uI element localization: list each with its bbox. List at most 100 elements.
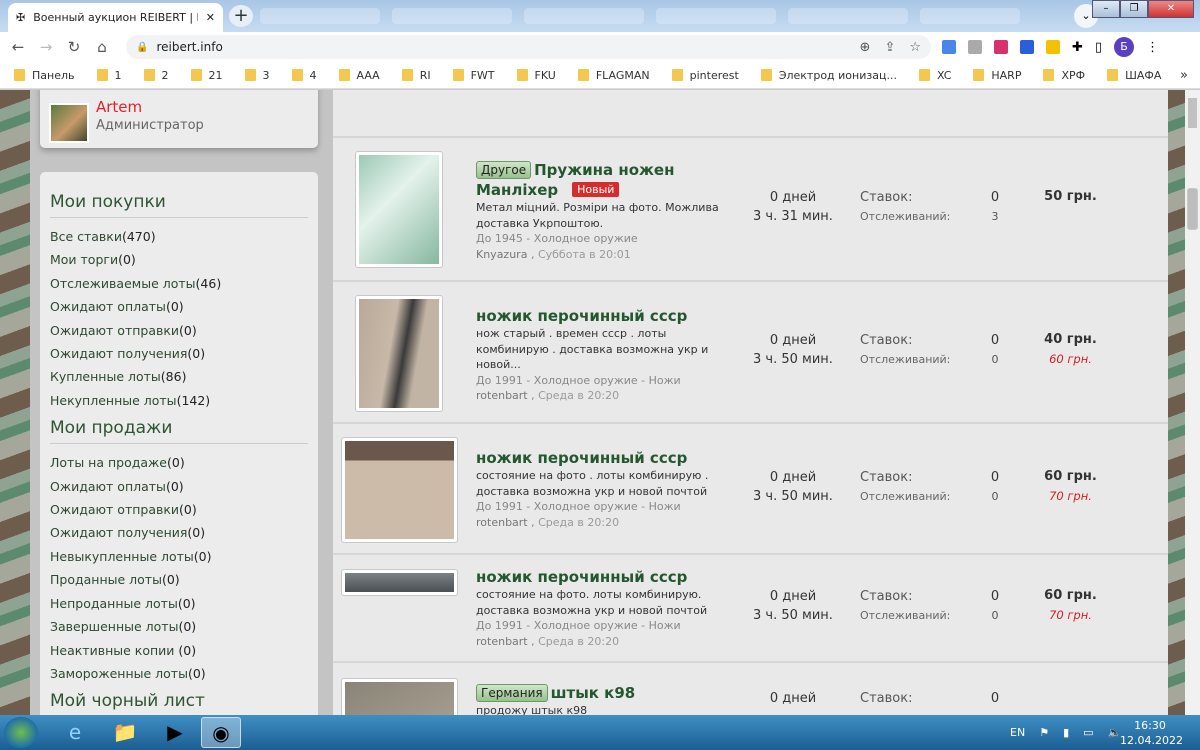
purchases-link[interactable]: Отслеживаемые лоты(46) [50,272,308,295]
sales-link[interactable]: Ожидают оплаты(0) [50,475,308,498]
lot-title[interactable]: Германия штык к98 [476,683,721,703]
purchases-link[interactable]: Ожидают отправки(0) [50,319,308,342]
action-center-flag-icon[interactable]: ⚑ [1039,726,1049,739]
bookmark-item[interactable]: FKU [516,69,556,82]
internet-explorer-icon[interactable]: e [55,717,95,748]
close-window-button[interactable]: ✕ [1148,0,1194,18]
bookmark-star-icon[interactable]: ☆ [909,40,921,55]
profile-avatar[interactable]: Б [1114,37,1135,57]
lot-title[interactable]: ножик перочинный ссср [476,306,721,326]
user-avatar[interactable] [49,103,89,143]
seller-name[interactable]: rotenbart [476,516,528,529]
purchases-link[interactable]: Купленные лоты(86) [50,365,308,388]
lot-section[interactable]: До 1991 - Холодное оружие - Ножи [476,499,721,515]
media-player-icon[interactable]: ▶ [155,717,195,748]
category-badge[interactable]: Другое [476,161,532,179]
url-input[interactable]: 🔒 reibert.info ⊕ ⇪ ☆ [126,35,931,59]
minimize-button[interactable]: – [1092,0,1120,18]
bookmark-item[interactable]: Панель [14,69,75,82]
bookmark-item[interactable]: AAA [338,69,380,82]
close-tab-icon[interactable]: ✕ [206,11,215,24]
lot-title[interactable]: ножик перочинный ссср [476,448,721,468]
sales-link[interactable]: Неактивные копии (0) [50,639,308,662]
scrollbar-thumb[interactable] [1187,188,1198,230]
seller-name[interactable]: Knyazura [476,248,527,261]
side-panel-icon[interactable]: ▯ [1095,40,1102,55]
translate-extension-icon[interactable] [942,40,956,54]
id-extension-icon[interactable] [1020,40,1034,54]
menu-kebab-icon[interactable]: ⋮ [1146,40,1159,55]
start-button[interactable] [4,717,38,748]
lot-section[interactable]: До 1991 - Холодное оружие - Ножи [476,373,721,389]
bookmark-item[interactable]: HARP [973,69,1021,82]
more-bookmarks-icon[interactable]: » [1180,68,1188,83]
maximize-button[interactable]: ❐ [1120,0,1148,18]
purchases-link[interactable]: Мои торги(0) [50,248,308,271]
lot-thumbnail[interactable] [341,569,458,596]
background-tab[interactable] [260,8,380,24]
background-tab[interactable] [788,8,908,24]
bookmark-item[interactable]: 4 [291,69,317,82]
chrome-icon[interactable]: ◉ [201,717,241,748]
new-tab-button[interactable]: + [229,5,253,27]
seller-name[interactable]: rotenbart [476,389,528,402]
active-tab[interactable]: ✠ Военный аукцион REIBERT | REI ✕ [8,3,223,32]
purchases-link[interactable]: Ожидают получения(0) [50,342,308,365]
sales-link[interactable]: Замороженные лоты(0) [50,662,308,685]
lot-title-text[interactable]: ножик перочинный ссср [476,307,687,325]
power-icon[interactable]: ▮ [1063,726,1069,739]
bookmark-item[interactable]: ХРФ [1043,69,1085,82]
system-clock[interactable]: 16:30 12.04.2022 [1120,718,1183,748]
lot-thumbnail[interactable] [341,678,458,715]
reload-icon[interactable]: ↻ [60,38,88,56]
sales-link[interactable]: Непроданные лоты(0) [50,592,308,615]
purchases-link[interactable]: Все ставки(470) [50,225,308,248]
bookmark-item[interactable]: pinterest [671,69,739,82]
extension-icon[interactable] [994,40,1008,54]
lot-thumbnail[interactable] [341,437,458,543]
bookmark-item[interactable]: 1 [96,69,122,82]
seller-name[interactable]: rotenbart [476,635,528,648]
bookmark-item[interactable]: ШАФА [1107,69,1161,82]
sales-link[interactable]: Невыкупленные лоты(0) [50,545,308,568]
lot-thumbnail[interactable] [355,151,443,268]
home-icon[interactable]: ⌂ [88,38,116,56]
purchases-link[interactable]: Некупленные лоты(142) [50,389,308,412]
bookmark-item[interactable]: 21 [190,69,223,82]
sales-link[interactable]: Лоты на продаже(0) [50,451,308,474]
share-icon[interactable]: ⇪ [884,40,895,55]
bookmark-item[interactable]: FWT [452,69,495,82]
user-name[interactable]: Artem [96,98,142,116]
bookmark-item[interactable]: RI [401,69,431,82]
bookmark-item[interactable]: FLAGMAN [577,69,650,82]
back-icon[interactable]: ← [4,38,32,56]
lot-title-text[interactable]: ножик перочинный ссср [476,449,687,467]
background-tab[interactable] [524,8,644,24]
zoom-icon[interactable]: ⊕ [860,40,871,55]
lot-section[interactable]: До 1945 - Холодное оружие [476,231,721,247]
sales-link[interactable]: Ожидают отправки(0) [50,498,308,521]
page-scrollbar[interactable] [1185,90,1200,715]
sales-link[interactable]: Ожидают получения(0) [50,521,308,544]
background-tab[interactable] [656,8,776,24]
lot-title[interactable]: ножик перочинный ссср [476,567,721,587]
mail-extension-icon[interactable] [968,40,982,54]
sales-link[interactable]: Завершенные лоты(0) [50,615,308,638]
sales-link[interactable]: Проданные лоты(0) [50,568,308,591]
lot-section[interactable]: До 1991 - Холодное оружие - Ножи [476,618,721,634]
lot-title-text[interactable]: штык к98 [551,684,636,702]
extension-icon[interactable] [1046,40,1060,54]
lot-thumbnail[interactable] [355,295,443,412]
background-tab[interactable] [392,8,512,24]
lot-title[interactable]: Другое Пружина ножен Манліхер Новый [476,160,721,200]
scroll-up-arrow[interactable] [1188,98,1197,128]
bookmark-item[interactable]: Электрод ионизац... [760,69,897,82]
purchases-link[interactable]: Ожидают оплаты(0) [50,295,308,318]
network-icon[interactable]: ▭ [1083,726,1093,739]
file-explorer-icon[interactable]: 📁 [105,717,145,748]
background-tab[interactable] [920,8,1020,24]
forward-icon[interactable]: → [32,38,60,56]
bookmark-item[interactable]: 3 [244,69,270,82]
puzzle-extensions-icon[interactable]: ✚ [1072,40,1083,55]
lot-title-text[interactable]: ножик перочинный ссср [476,568,687,586]
